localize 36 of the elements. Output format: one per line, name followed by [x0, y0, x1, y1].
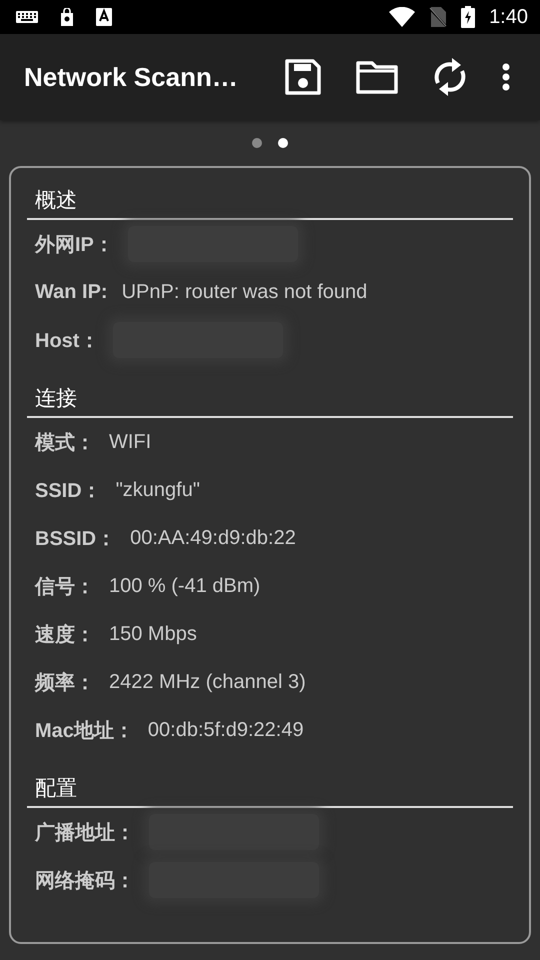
field-label: 速度： [35, 622, 95, 648]
field-label: 频率： [35, 670, 95, 696]
font-icon [96, 8, 112, 26]
refresh-icon[interactable] [432, 56, 468, 98]
save-icon[interactable] [284, 58, 322, 96]
field-value: 00:db:5f:d9:22:49 [148, 718, 304, 742]
field-label: SSID： [35, 478, 102, 504]
field-label: BSSID： [35, 526, 116, 552]
battery-charging-icon [461, 6, 476, 28]
field-value: 2422 MHz (channel 3) [109, 670, 306, 694]
keyboard-icon [16, 11, 38, 23]
field-value: 00:AA:49:d9:db:22 [130, 526, 296, 550]
field-label: 模式： [35, 430, 95, 456]
field-label: 外网IP： [35, 232, 114, 258]
clock-time: 1:40 [489, 6, 528, 28]
no-sim-icon [429, 7, 448, 27]
field-value: 150 Mbps [109, 622, 197, 646]
field-value: WIFI [109, 430, 152, 454]
field-value: UPnP: router was not found [122, 280, 368, 304]
field-label: 网络掩码： [35, 868, 135, 894]
more-options-icon[interactable] [502, 63, 510, 91]
folder-icon[interactable] [356, 60, 398, 94]
section-title: 概述 [27, 180, 513, 220]
field-value: 100 % (-41 dBm) [109, 574, 260, 598]
app-title: Network Scann… [24, 62, 238, 92]
page-indicator-dot[interactable] [278, 138, 288, 148]
field-label: Host： [35, 328, 100, 354]
wifi-icon [389, 7, 416, 27]
section-title: 配置 [27, 768, 513, 808]
field-label: 广播地址： [35, 820, 135, 846]
field-label: Mac地址： [35, 718, 134, 744]
field-value: "zkungfu" [116, 478, 200, 502]
field-label: Wan IP: [35, 280, 108, 304]
page-indicator-dot[interactable] [252, 138, 262, 148]
section-title: 连接 [27, 378, 513, 418]
field-label: 信号： [35, 574, 95, 600]
